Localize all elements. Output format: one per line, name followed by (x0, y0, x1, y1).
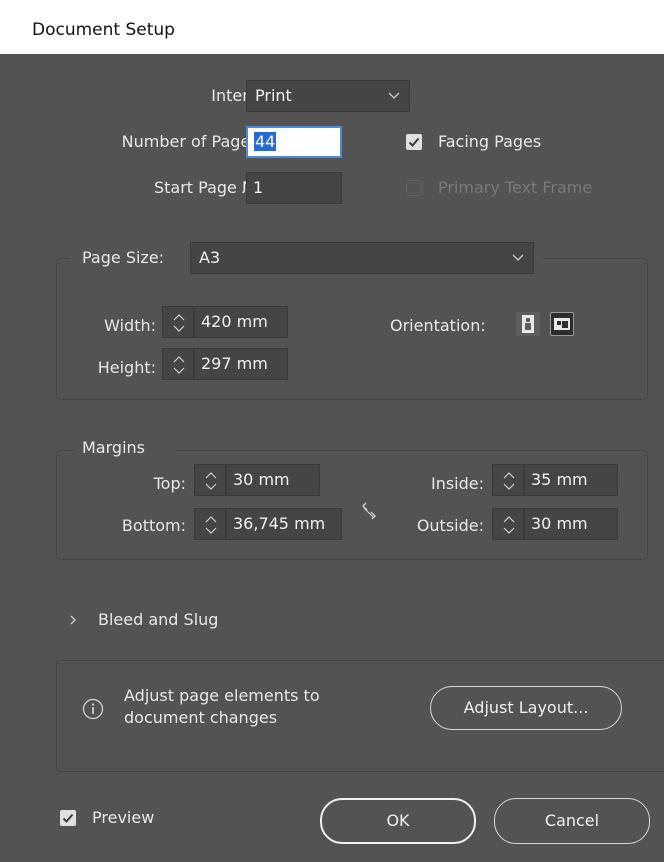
preview-label: Preview (92, 808, 155, 827)
number-of-pages-value: 44 (254, 132, 277, 151)
up-down-arrows-icon (205, 472, 217, 490)
up-down-arrows-icon (205, 516, 217, 534)
portrait-orientation-button[interactable] (516, 312, 540, 336)
outside-margin-label: Outside: (416, 516, 484, 535)
page-size-value: A3 (199, 248, 221, 267)
up-down-arrows-icon (173, 314, 185, 332)
primary-text-frame-label: Primary Text Frame (438, 178, 593, 197)
document-setup-dialog: Intent: Print Number of Pages: 44 Facing… (30, 54, 664, 862)
width-label: Width: (104, 316, 156, 335)
outside-margin-value: 30 mm (531, 514, 588, 533)
outside-margin-input[interactable]: 30 mm (524, 508, 618, 540)
outside-margin-stepper[interactable] (492, 508, 524, 540)
bleed-and-slug-disclosure[interactable]: Bleed and Slug (68, 608, 268, 632)
width-input[interactable]: 420 mm (194, 306, 288, 338)
inside-margin-input[interactable]: 35 mm (524, 464, 618, 496)
width-value: 420 mm (201, 312, 268, 331)
adjust-text-line1: Adjust page elements to (124, 686, 320, 705)
facing-pages-label: Facing Pages (438, 132, 542, 151)
cancel-button[interactable]: Cancel (494, 798, 650, 844)
start-page-input[interactable]: 1 (246, 172, 342, 204)
width-stepper[interactable] (162, 306, 194, 338)
up-down-arrows-icon (503, 472, 515, 490)
top-margin-label: Top: (153, 474, 186, 493)
info-icon (82, 698, 104, 720)
broken-chain-icon (362, 502, 376, 520)
window-title: Document Setup (32, 20, 175, 40)
inside-margin-value: 35 mm (531, 470, 588, 489)
bottom-margin-value: 36,745 mm (233, 514, 326, 533)
margins-legend: Margins (82, 438, 145, 457)
top-margin-input[interactable]: 30 mm (226, 464, 320, 496)
intent-value: Print (255, 86, 292, 105)
landscape-orientation-button[interactable] (550, 312, 574, 336)
start-page-value: 1 (253, 178, 264, 197)
height-value: 297 mm (201, 354, 268, 373)
adjust-text-line2: document changes (124, 708, 278, 727)
bottom-margin-input[interactable]: 36,745 mm (226, 508, 342, 540)
height-label: Height: (97, 358, 156, 377)
preview-checkbox[interactable] (60, 810, 76, 826)
intent-select[interactable]: Print (246, 80, 410, 112)
top-margin-value: 30 mm (233, 470, 290, 489)
portrait-icon (522, 315, 534, 333)
adjust-layout-button[interactable]: Adjust Layout... (430, 686, 622, 730)
inside-margin-label: Inside: (430, 474, 484, 493)
chevron-right-icon (70, 615, 76, 625)
chevron-down-icon (512, 254, 524, 261)
landscape-icon (554, 318, 570, 330)
page-size-label: Page Size: (82, 248, 165, 267)
primary-text-frame-checkbox[interactable] (406, 180, 422, 196)
top-margin-stepper[interactable] (194, 464, 226, 496)
facing-pages-checkbox[interactable] (406, 134, 422, 150)
bottom-margin-stepper[interactable] (194, 508, 226, 540)
checkmark-icon (62, 813, 74, 823)
checkmark-icon (408, 137, 420, 147)
orientation-label: Orientation: (390, 316, 486, 335)
bleed-and-slug-label: Bleed and Slug (98, 610, 219, 629)
title-bar: Document Setup (0, 0, 664, 54)
number-of-pages-label: Number of Pages: (121, 132, 264, 151)
page-size-select[interactable]: A3 (190, 242, 534, 274)
chevron-down-icon (388, 92, 400, 99)
up-down-arrows-icon (173, 356, 185, 374)
ok-button[interactable]: OK (320, 798, 476, 844)
unlink-margins-button[interactable] (358, 500, 380, 522)
inside-margin-stepper[interactable] (492, 464, 524, 496)
up-down-arrows-icon (503, 516, 515, 534)
height-stepper[interactable] (162, 348, 194, 380)
height-input[interactable]: 297 mm (194, 348, 288, 380)
number-of-pages-input[interactable]: 44 (246, 126, 342, 158)
bottom-margin-label: Bottom: (121, 516, 186, 535)
